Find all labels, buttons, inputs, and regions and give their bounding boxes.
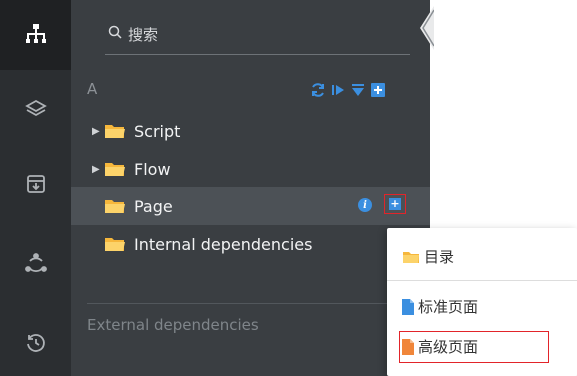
folder-icon — [104, 161, 126, 177]
menu-item-standard-page[interactable]: 标准页面 — [402, 296, 478, 317]
group-toolbar — [310, 82, 386, 102]
tree-item-label: Flow — [134, 159, 171, 179]
tree-item-page[interactable]: Page — [104, 190, 173, 222]
menu-divider — [387, 280, 577, 281]
layers-icon[interactable] — [18, 92, 54, 128]
folder-icon — [104, 236, 126, 252]
highlight-frame — [399, 331, 549, 363]
tree-item-label: Script — [134, 121, 181, 141]
folder-icon — [104, 198, 126, 214]
search-input[interactable]: 搜索 — [128, 24, 158, 45]
collapse-handle-icon[interactable] — [414, 6, 435, 50]
tree-item-flow[interactable]: ▶ Flow — [92, 153, 171, 185]
org-chart-icon[interactable] — [18, 16, 54, 52]
tree-item-label: Page — [134, 196, 173, 216]
menu-item-directory[interactable]: 目录 — [402, 246, 454, 267]
add-icon[interactable] — [370, 82, 386, 102]
menu-item-label: 标准页面 — [418, 298, 479, 316]
tree-item-script[interactable]: ▶ Script — [92, 115, 180, 147]
menu-item-label: 目录 — [424, 248, 455, 266]
plus-icon: + — [389, 197, 401, 210]
add-child-button[interactable]: + — [384, 194, 406, 214]
refresh-icon[interactable] — [310, 82, 326, 102]
info-icon[interactable]: i — [358, 198, 372, 212]
section-divider — [87, 303, 430, 304]
network-nodes-icon[interactable] — [18, 246, 54, 282]
collapse-all-icon[interactable] — [350, 82, 366, 102]
expand-all-icon[interactable] — [330, 82, 346, 102]
tree-item-internal-dependencies[interactable]: Internal dependencies — [104, 228, 312, 260]
search-icon — [108, 25, 122, 43]
caret-right-icon[interactable]: ▶ — [92, 126, 104, 137]
external-dependencies-header[interactable]: External dependencies — [87, 316, 259, 334]
archive-download-icon[interactable] — [18, 166, 54, 202]
history-icon[interactable] — [18, 325, 54, 361]
group-header: A — [87, 80, 98, 98]
left-rail — [0, 0, 71, 376]
tree-item-label: Internal dependencies — [134, 234, 313, 254]
folder-icon — [402, 250, 420, 264]
caret-right-icon[interactable]: ▶ — [92, 164, 104, 175]
folder-icon — [104, 123, 126, 139]
blue-file-icon — [402, 298, 414, 315]
search-box[interactable]: 搜索 — [105, 14, 410, 55]
